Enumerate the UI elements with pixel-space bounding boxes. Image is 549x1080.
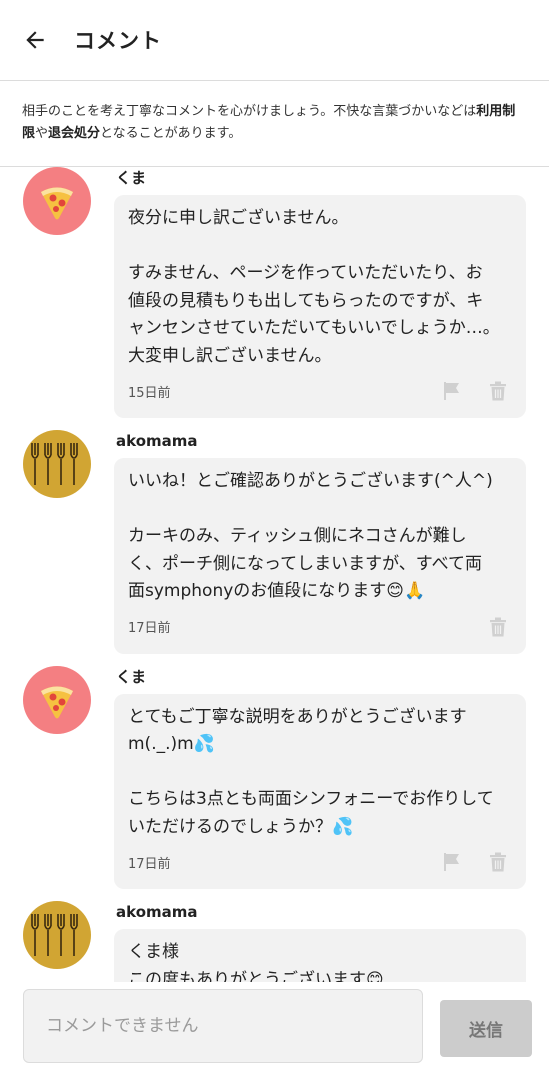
comment-list: くま 夜分に申し訳ございません。 すみません、ページを作っていただいたり、お 値段の見… — [0, 167, 549, 982]
comment-text-line: くま様 — [128, 942, 179, 962]
comment-actions — [442, 380, 512, 402]
comment-author[interactable]: akomama — [114, 430, 549, 458]
flag-icon[interactable] — [442, 380, 462, 402]
comment-text-line: 値段の見積もりも出してもらったのですが、キ — [128, 290, 484, 311]
send-button[interactable]: 送信 — [440, 1000, 532, 1057]
forks-icon — [29, 910, 85, 960]
trash-icon[interactable] — [488, 616, 508, 638]
comment-text-line: ャンセンさせていただいてもいいでしょうか…。 — [128, 318, 500, 338]
comment-text-line: 夜分に申し訳ございません。 — [128, 208, 349, 228]
comment-item: akomama くま様 この度もありがとうございます😊 — [0, 901, 549, 982]
comment-timestamp: 15日前 — [128, 385, 171, 401]
comment-item: akomama いいね！とご確認ありがとうございます(^人^) カーキのみ、ティッシ… — [0, 430, 549, 654]
comment-text-line: すみません、ページを作っていただいたり、お — [128, 263, 483, 283]
comment-meta: 15日前 — [128, 380, 512, 402]
trash-icon[interactable] — [488, 380, 508, 402]
app-header: コメント — [0, 0, 549, 81]
pizza-icon — [37, 680, 77, 720]
forks-icon — [29, 439, 85, 489]
pizza-icon — [37, 181, 77, 221]
comment-text-line: とてもご丁寧な説明をありがとうございます — [128, 706, 467, 727]
comment-text-line: m(._.)m💦 — [128, 734, 215, 754]
trash-icon[interactable] — [488, 851, 508, 873]
back-button[interactable] — [20, 25, 50, 55]
comment-text-line — [128, 233, 512, 261]
comment-text-line: いただけるのでしょうか？💦 — [128, 816, 354, 837]
comment-item: くまとてもご丁寧な説明をありがとうございます m(._.)m💦 こちらは3点とも両面… — [0, 665, 549, 889]
comment-text-line: こちらは3点とも両面シンフォニーでお作りして — [128, 789, 494, 809]
comment-text-line: いいね！とご確認ありがとうございます(^人^) — [128, 471, 493, 491]
comment-text-line: く、ポーチ側になってしまいますが、すべて両 — [128, 553, 482, 574]
comment-meta: 17日前 — [128, 616, 512, 638]
comment-actions — [442, 851, 512, 873]
avatar[interactable] — [23, 430, 91, 498]
comment-text-line: この度もありがとうございます😊 — [128, 969, 384, 983]
comment-text-line: 大変申し訳ございません。 — [128, 345, 332, 366]
avatar[interactable] — [23, 665, 91, 734]
avatar[interactable] — [23, 901, 91, 969]
comment-bubble: 夜分に申し訳ございません。すみません、ページを作っていただいたり、お 値段の見積も… — [114, 195, 526, 418]
comment-text-line — [128, 496, 512, 524]
comment-author[interactable]: くま — [114, 666, 549, 694]
page-title: コメント — [74, 29, 162, 53]
comment-input[interactable] — [23, 989, 423, 1063]
notice-text: 相手のことを考え丁寧なコメントを心がけましょう。不快な言葉づかいなどは — [22, 104, 477, 119]
avatar[interactable] — [23, 167, 91, 235]
comment-bubble: とてもご丁寧な説明をありがとうございます m(._.)m💦 こちらは3点とも両面シン… — [114, 693, 526, 889]
comment-meta: 17日前 — [128, 851, 512, 873]
comment-bubble: いいね！とご確認ありがとうございます(^人^) カーキのみ、ティッシュ側にネコさん… — [114, 458, 526, 654]
arrow-left-icon — [26, 31, 44, 49]
comment-guideline-notice: 相手のことを考え丁寧なコメントを心がけましょう。不快な言葉づかいなどは利用制限や… — [0, 81, 549, 167]
comment-actions — [488, 616, 512, 638]
notice-withdrawal: 退会処分 — [48, 126, 101, 141]
comment-text-line: カーキのみ、ティッシュ側にネコさんが難し — [128, 526, 467, 546]
notice-text-end: となることがあります。 — [100, 126, 242, 141]
flag-icon[interactable] — [442, 851, 462, 873]
comment-text-line: 面symphonyのお値段になります😊🙏 — [128, 581, 426, 601]
comment-author[interactable]: くま — [114, 167, 549, 195]
comment-author[interactable]: akomama — [114, 901, 549, 929]
comment-bubble: くま様この度もありがとうございます😊 — [114, 929, 526, 982]
comment-footer: 送信 — [0, 982, 549, 1080]
comment-timestamp: 17日前 — [128, 856, 171, 872]
notice-text-middle: や — [35, 126, 49, 141]
comment-text-line — [128, 759, 512, 787]
comment-item: くま夜分に申し訳ございません。すみません、ページを作っていただいたり、お 値段の見… — [0, 167, 549, 418]
comment-timestamp: 17日前 — [128, 621, 171, 636]
